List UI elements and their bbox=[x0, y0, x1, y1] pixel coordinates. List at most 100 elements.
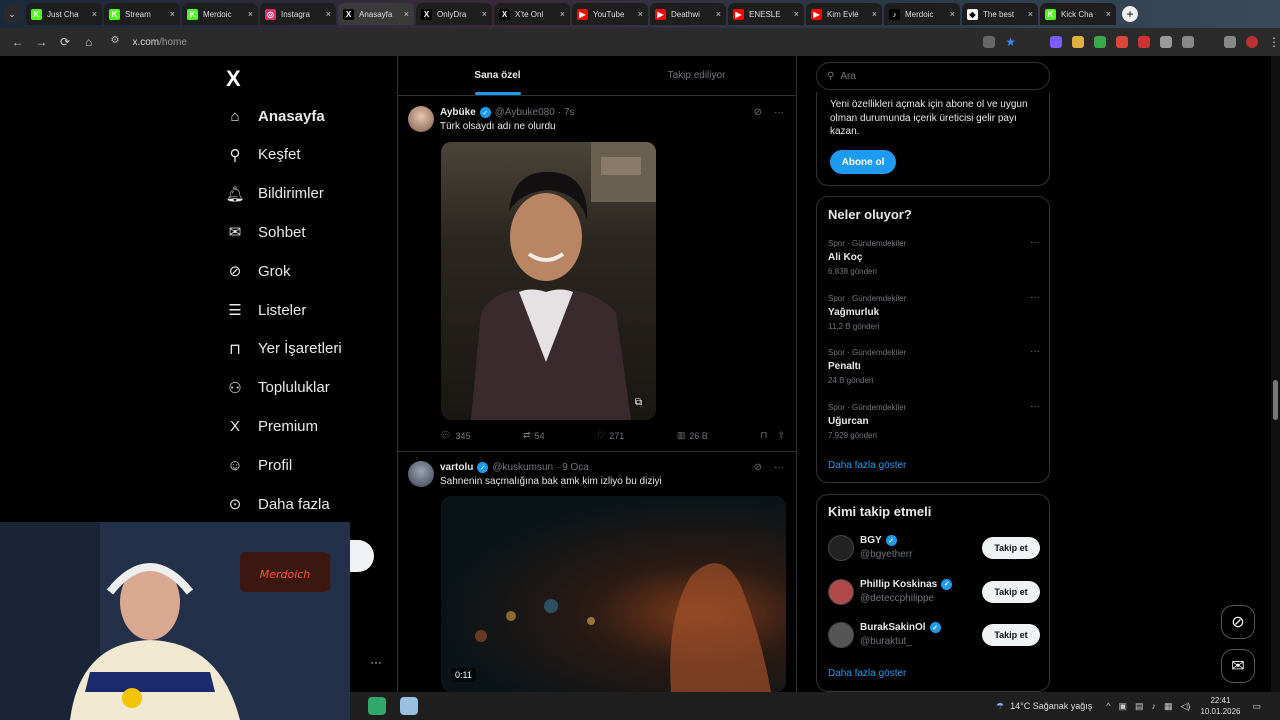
more-options-icon[interactable]: ··· bbox=[1030, 292, 1040, 303]
more-options-icon[interactable]: ··· bbox=[1030, 346, 1040, 357]
avatar[interactable] bbox=[408, 461, 434, 487]
extension-icon[interactable] bbox=[1159, 36, 1172, 48]
avatar[interactable] bbox=[828, 535, 854, 561]
like-button[interactable]: ♡ 271 bbox=[597, 430, 624, 441]
trend-item[interactable]: Spor · Gündemdekiler Ali Koç 6.838 gönderi… bbox=[828, 237, 1040, 276]
tab-search-button[interactable]: ⌄ bbox=[4, 6, 20, 22]
bookmark-icon[interactable]: ⊓ bbox=[760, 430, 767, 441]
extension-icon[interactable] bbox=[1115, 36, 1128, 48]
post-button[interactable] bbox=[350, 540, 374, 572]
follow-button[interactable]: Takip et bbox=[982, 624, 1040, 646]
author-handle[interactable]: @Aybuke080 bbox=[495, 107, 555, 118]
repost-button[interactable]: ⇄ 54 bbox=[523, 430, 545, 441]
mic-icon[interactable]: ♪ bbox=[1152, 701, 1157, 712]
more-options-icon[interactable]: ··· bbox=[1030, 401, 1040, 412]
browser-tab[interactable]: X OnlyDra × bbox=[416, 3, 492, 25]
author-handle[interactable]: @kuskumsun bbox=[492, 462, 553, 473]
extension-icon[interactable] bbox=[1071, 36, 1084, 48]
grok-floating-button[interactable]: ⊘ bbox=[1221, 605, 1255, 639]
sidebar-item-home[interactable]: ⌂ Anasayfa bbox=[226, 101, 324, 131]
more-options-icon[interactable]: ··· bbox=[1030, 237, 1040, 248]
x-logo[interactable]: X bbox=[226, 66, 241, 92]
browser-tab[interactable]: X Anasayfa × bbox=[338, 3, 414, 25]
page-scrollbar[interactable] bbox=[1271, 56, 1280, 692]
sidebar-item-community[interactable]: ⚇ Topluluklar bbox=[226, 373, 329, 403]
subscribe-button[interactable]: Abone ol bbox=[830, 150, 896, 174]
post-card[interactable]: vartolu ✓ @kuskumsun · 9 Oca ⊘ ··· Sahne… bbox=[398, 452, 796, 720]
scrollbar-thumb[interactable] bbox=[1273, 380, 1278, 420]
tab-close-icon[interactable]: × bbox=[1028, 9, 1033, 19]
suggestion-name[interactable]: BurakSakinOl ✓ bbox=[860, 622, 945, 633]
more-options-icon[interactable]: ··· bbox=[774, 107, 784, 118]
views-button[interactable]: ▥ 26 B bbox=[677, 430, 708, 441]
notepad-app-icon[interactable] bbox=[400, 697, 418, 715]
puzzle-icon[interactable] bbox=[1181, 36, 1194, 48]
tray-icon[interactable]: ▤ bbox=[1135, 701, 1144, 712]
adblock-icon[interactable] bbox=[1137, 36, 1150, 48]
screenshot-icon[interactable] bbox=[983, 36, 996, 48]
show-more-trends-link[interactable]: Daha fazla göster bbox=[828, 460, 906, 471]
browser-tab[interactable]: ▶ ENESLE × bbox=[728, 3, 804, 25]
tab-close-icon[interactable]: × bbox=[326, 9, 331, 19]
sidebar-item-bell[interactable]: 🔔︎ Bildirimler bbox=[225, 179, 323, 209]
tab-for-you[interactable]: Sana özel bbox=[398, 56, 597, 95]
follow-button[interactable]: Takip et bbox=[982, 580, 1040, 603]
notification-icon[interactable]: ▭ bbox=[1252, 701, 1261, 712]
suggestion-name[interactable]: BGY ✓ bbox=[860, 535, 901, 546]
tab-close-icon[interactable]: × bbox=[872, 9, 877, 19]
volume-icon[interactable]: ◁) bbox=[1181, 701, 1191, 712]
suggestion-name[interactable]: Phillip Koskinas ✓ bbox=[860, 578, 956, 590]
trend-item[interactable]: Spor · Gündemdekiler Yağmurluk 11,2 B gönd… bbox=[828, 292, 1040, 331]
tab-close-icon[interactable]: × bbox=[248, 9, 253, 19]
app-icon[interactable] bbox=[368, 697, 386, 715]
browser-tab[interactable]: X X'te Onl × bbox=[494, 3, 570, 25]
grok-icon[interactable]: ⊘ bbox=[754, 462, 762, 473]
follow-suggestion[interactable]: Phillip Koskinas ✓ @deteccphilippe Takip et bbox=[828, 578, 1040, 609]
tab-close-icon[interactable]: × bbox=[794, 9, 799, 19]
trend-item[interactable]: Spor · Gündemdekiler Penaltı 24 B gönderi ·… bbox=[828, 346, 1040, 385]
sidebar-item-search[interactable]: ⚲ Keşfet bbox=[226, 140, 301, 170]
browser-tab[interactable]: K Stream × bbox=[104, 3, 180, 25]
tab-close-icon[interactable]: × bbox=[404, 9, 409, 19]
post-time[interactable]: · 7s bbox=[558, 107, 575, 118]
back-button[interactable]: ← bbox=[8, 35, 28, 49]
tab-close-icon[interactable]: × bbox=[950, 9, 955, 19]
extension-icon[interactable] bbox=[1049, 36, 1062, 48]
browser-tab[interactable]: ♪ Merdoic × bbox=[884, 3, 960, 25]
tab-close-icon[interactable]: × bbox=[638, 9, 643, 19]
chevron-up-icon[interactable]: ^ bbox=[1106, 701, 1110, 712]
follow-suggestion[interactable]: BGY ✓ @bgyetherr Takip et bbox=[828, 535, 1040, 565]
trend-item[interactable]: Spor · Gündemdekiler Uğurcan 7.929 gönderi… bbox=[828, 401, 1040, 440]
browser-tab[interactable]: ◆ The best × bbox=[962, 3, 1038, 25]
media-icon[interactable] bbox=[1223, 36, 1236, 48]
grok-icon[interactable]: ⊘ bbox=[754, 107, 762, 118]
avatar[interactable] bbox=[408, 106, 434, 132]
browser-tab[interactable]: ▶ Kim Evle × bbox=[806, 3, 882, 25]
post-image[interactable]: ⧉ bbox=[441, 142, 656, 420]
tray-icon[interactable]: ▣ bbox=[1118, 701, 1127, 712]
tab-close-icon[interactable]: × bbox=[92, 9, 97, 19]
sidebar-item-x[interactable]: X Premium bbox=[226, 411, 318, 441]
home-button[interactable]: ⌂ bbox=[79, 35, 99, 49]
browser-menu-icon[interactable]: ⋮ bbox=[1268, 35, 1280, 49]
url-field[interactable]: ⚙ x.com/home bbox=[110, 31, 984, 53]
sidebar-item-grok[interactable]: ⊘ Grok bbox=[226, 256, 291, 286]
account-more-icon[interactable]: ··· bbox=[370, 655, 382, 669]
sidebar-item-bookmark[interactable]: ⊓ Yer İşaretleri bbox=[226, 334, 342, 364]
more-options-icon[interactable]: ··· bbox=[774, 462, 784, 473]
messages-floating-button[interactable]: ✉ bbox=[1221, 649, 1255, 683]
post-video[interactable]: 0:11 bbox=[441, 496, 786, 692]
browser-tab[interactable]: K Merdoic × bbox=[182, 3, 258, 25]
tab-close-icon[interactable]: × bbox=[716, 9, 721, 19]
follow-suggestion[interactable]: BurakSakinOl ✓ @buraktut_ Takip et bbox=[828, 622, 1040, 652]
browser-tab[interactable]: K Kick Cha × bbox=[1040, 3, 1116, 25]
browser-tab[interactable]: K Just Cha × bbox=[26, 3, 102, 25]
bookmark-star-icon[interactable]: ★ bbox=[1005, 35, 1016, 49]
follow-button[interactable]: Takip et bbox=[982, 537, 1040, 559]
avatar[interactable] bbox=[828, 622, 854, 648]
site-info-icon[interactable]: ⚙ bbox=[110, 35, 124, 49]
new-tab-button[interactable]: + bbox=[1122, 6, 1138, 22]
author-name[interactable]: Aybüke bbox=[440, 107, 476, 118]
browser-tab[interactable]: ▶ Deathwi × bbox=[650, 3, 726, 25]
post-card[interactable]: Aybüke ✓ @Aybuke080 · 7s ⊘ ··· Türk olsa… bbox=[398, 96, 796, 452]
